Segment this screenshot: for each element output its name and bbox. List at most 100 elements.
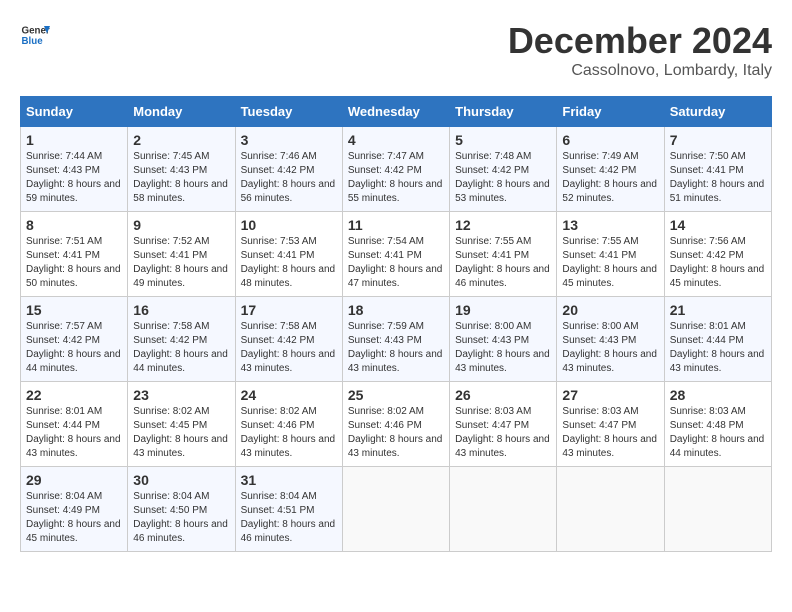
calendar-cell: 8 Sunrise: 7:51 AMSunset: 4:41 PMDaylight… <box>21 212 128 297</box>
calendar-cell: 13 Sunrise: 7:55 AMSunset: 4:41 PMDayligh… <box>557 212 664 297</box>
day-number: 23 <box>133 387 229 403</box>
calendar-week-1: 1 Sunrise: 7:44 AMSunset: 4:43 PMDaylight… <box>21 127 772 212</box>
logo: General Blue <box>20 20 50 50</box>
calendar-cell: 9Sunrise: 7:52 AMSunset: 4:41 PMDaylight… <box>128 212 235 297</box>
calendar-week-2: 8 Sunrise: 7:51 AMSunset: 4:41 PMDaylight… <box>21 212 772 297</box>
calendar-cell: 26 Sunrise: 8:03 AMSunset: 4:47 PMDayligh… <box>450 382 557 467</box>
day-info: Sunrise: 7:51 AMSunset: 4:41 PMDaylight:… <box>26 235 122 291</box>
calendar-week-5: 29Sunrise: 8:04 AMSunset: 4:49 PMDayligh… <box>21 467 772 552</box>
day-number: 17 <box>241 302 337 318</box>
calendar-table: SundayMondayTuesdayWednesdayThursdayFrid… <box>20 96 772 552</box>
day-info: Sunrise: 8:00 AMSunset: 4:43 PMDaylight:… <box>562 320 658 376</box>
day-number: 11 <box>348 217 444 233</box>
header-cell-saturday: Saturday <box>664 97 771 127</box>
day-number: 24 <box>241 387 337 403</box>
calendar-cell: 11 Sunrise: 7:54 AMSunset: 4:41 PMDayligh… <box>342 212 449 297</box>
day-info: Sunrise: 8:02 AMSunset: 4:46 PMDaylight:… <box>348 405 444 461</box>
day-info: Sunrise: 7:58 AMSunset: 4:42 PMDaylight:… <box>133 320 229 376</box>
calendar-week-3: 15Sunrise: 7:57 AMSunset: 4:42 PMDayligh… <box>21 297 772 382</box>
day-number: 15 <box>26 302 122 318</box>
calendar-cell: 27 Sunrise: 8:03 AMSunset: 4:47 PMDayligh… <box>557 382 664 467</box>
calendar-cell: 22Sunrise: 8:01 AMSunset: 4:44 PMDayligh… <box>21 382 128 467</box>
day-number: 30 <box>133 472 229 488</box>
calendar-cell: 7 Sunrise: 7:50 AMSunset: 4:41 PMDaylight… <box>664 127 771 212</box>
day-info: Sunrise: 8:02 AMSunset: 4:45 PMDaylight:… <box>133 405 229 461</box>
day-number: 28 <box>670 387 766 403</box>
day-number: 19 <box>455 302 551 318</box>
day-info: Sunrise: 8:03 AMSunset: 4:47 PMDaylight:… <box>562 405 658 461</box>
day-info: Sunrise: 8:04 AMSunset: 4:50 PMDaylight:… <box>133 490 229 546</box>
header: General Blue December 2024 Cassolnovo, L… <box>20 20 772 80</box>
day-number: 13 <box>562 217 658 233</box>
calendar-cell: 5 Sunrise: 7:48 AMSunset: 4:42 PMDaylight… <box>450 127 557 212</box>
header-cell-wednesday: Wednesday <box>342 97 449 127</box>
day-number: 18 <box>348 302 444 318</box>
day-info: Sunrise: 7:49 AMSunset: 4:42 PMDaylight:… <box>562 150 658 206</box>
day-number: 10 <box>241 217 337 233</box>
header-cell-thursday: Thursday <box>450 97 557 127</box>
calendar-cell: 6 Sunrise: 7:49 AMSunset: 4:42 PMDaylight… <box>557 127 664 212</box>
day-info: Sunrise: 8:04 AMSunset: 4:49 PMDaylight:… <box>26 490 122 546</box>
calendar-cell <box>557 467 664 552</box>
calendar-cell: 29Sunrise: 8:04 AMSunset: 4:49 PMDayligh… <box>21 467 128 552</box>
day-info: Sunrise: 7:48 AMSunset: 4:42 PMDaylight:… <box>455 150 551 206</box>
day-number: 21 <box>670 302 766 318</box>
calendar-cell: 14Sunrise: 7:56 AMSunset: 4:42 PMDayligh… <box>664 212 771 297</box>
calendar-cell: 2 Sunrise: 7:45 AMSunset: 4:43 PMDaylight… <box>128 127 235 212</box>
calendar-subtitle: Cassolnovo, Lombardy, Italy <box>508 62 772 80</box>
day-info: Sunrise: 7:52 AMSunset: 4:41 PMDaylight:… <box>133 235 229 291</box>
calendar-cell: 28 Sunrise: 8:03 AMSunset: 4:48 PMDayligh… <box>664 382 771 467</box>
day-number: 22 <box>26 387 122 403</box>
calendar-cell: 30 Sunrise: 8:04 AMSunset: 4:50 PMDayligh… <box>128 467 235 552</box>
calendar-cell: 4 Sunrise: 7:47 AMSunset: 4:42 PMDaylight… <box>342 127 449 212</box>
day-number: 2 <box>133 132 229 148</box>
header-cell-sunday: Sunday <box>21 97 128 127</box>
day-number: 7 <box>670 132 766 148</box>
day-number: 3 <box>241 132 337 148</box>
day-info: Sunrise: 8:03 AMSunset: 4:48 PMDaylight:… <box>670 405 766 461</box>
day-info: Sunrise: 7:45 AMSunset: 4:43 PMDaylight:… <box>133 150 229 206</box>
header-cell-monday: Monday <box>128 97 235 127</box>
calendar-cell: 31 Sunrise: 8:04 AMSunset: 4:51 PMDayligh… <box>235 467 342 552</box>
calendar-cell: 12Sunrise: 7:55 AMSunset: 4:41 PMDayligh… <box>450 212 557 297</box>
day-info: Sunrise: 8:03 AMSunset: 4:47 PMDaylight:… <box>455 405 551 461</box>
calendar-cell: 19 Sunrise: 8:00 AMSunset: 4:43 PMDayligh… <box>450 297 557 382</box>
day-number: 1 <box>26 132 122 148</box>
day-info: Sunrise: 8:01 AMSunset: 4:44 PMDaylight:… <box>670 320 766 376</box>
day-number: 20 <box>562 302 658 318</box>
day-number: 26 <box>455 387 551 403</box>
calendar-cell: 21 Sunrise: 8:01 AMSunset: 4:44 PMDayligh… <box>664 297 771 382</box>
calendar-cell: 25 Sunrise: 8:02 AMSunset: 4:46 PMDayligh… <box>342 382 449 467</box>
day-number: 4 <box>348 132 444 148</box>
header-cell-friday: Friday <box>557 97 664 127</box>
day-number: 12 <box>455 217 551 233</box>
day-info: Sunrise: 7:58 AMSunset: 4:42 PMDaylight:… <box>241 320 337 376</box>
day-info: Sunrise: 7:54 AMSunset: 4:41 PMDaylight:… <box>348 235 444 291</box>
calendar-title: December 2024 <box>508 20 772 62</box>
calendar-cell: 16Sunrise: 7:58 AMSunset: 4:42 PMDayligh… <box>128 297 235 382</box>
day-number: 8 <box>26 217 122 233</box>
day-number: 6 <box>562 132 658 148</box>
calendar-week-4: 22Sunrise: 8:01 AMSunset: 4:44 PMDayligh… <box>21 382 772 467</box>
day-number: 5 <box>455 132 551 148</box>
day-info: Sunrise: 7:50 AMSunset: 4:41 PMDaylight:… <box>670 150 766 206</box>
title-section: December 2024 Cassolnovo, Lombardy, Ital… <box>508 20 772 80</box>
day-info: Sunrise: 8:04 AMSunset: 4:51 PMDaylight:… <box>241 490 337 546</box>
day-number: 27 <box>562 387 658 403</box>
calendar-cell: 18Sunrise: 7:59 AMSunset: 4:43 PMDayligh… <box>342 297 449 382</box>
calendar-cell: 20 Sunrise: 8:00 AMSunset: 4:43 PMDayligh… <box>557 297 664 382</box>
day-number: 25 <box>348 387 444 403</box>
calendar-cell <box>664 467 771 552</box>
day-info: Sunrise: 7:53 AMSunset: 4:41 PMDaylight:… <box>241 235 337 291</box>
day-info: Sunrise: 7:47 AMSunset: 4:42 PMDaylight:… <box>348 150 444 206</box>
day-info: Sunrise: 8:02 AMSunset: 4:46 PMDaylight:… <box>241 405 337 461</box>
day-info: Sunrise: 8:00 AMSunset: 4:43 PMDaylight:… <box>455 320 551 376</box>
calendar-cell <box>450 467 557 552</box>
day-info: Sunrise: 7:55 AMSunset: 4:41 PMDaylight:… <box>562 235 658 291</box>
day-number: 31 <box>241 472 337 488</box>
day-info: Sunrise: 7:46 AMSunset: 4:42 PMDaylight:… <box>241 150 337 206</box>
svg-text:Blue: Blue <box>22 36 44 47</box>
day-info: Sunrise: 7:44 AMSunset: 4:43 PMDaylight:… <box>26 150 122 206</box>
calendar-cell: 3 Sunrise: 7:46 AMSunset: 4:42 PMDaylight… <box>235 127 342 212</box>
calendar-cell: 15Sunrise: 7:57 AMSunset: 4:42 PMDayligh… <box>21 297 128 382</box>
